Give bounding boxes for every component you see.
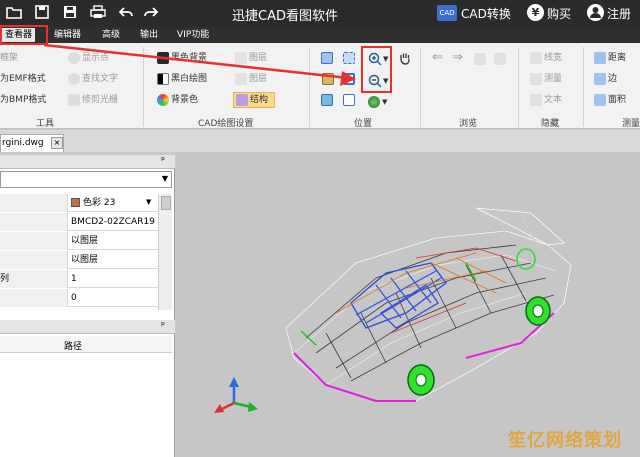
property-row[interactable]: 以图层 [0,232,158,250]
layers-column-header[interactable]: 路径 [0,336,172,353]
watermark: 笙亿网络策划 [508,430,622,451]
document-tab-strip: rgini.dwg × [0,130,640,152]
property-value: 色彩 23 [71,194,115,212]
drawing-canvas[interactable] [176,153,640,457]
pin-icon[interactable]: ᵖ [161,321,165,331]
property-row[interactable]: 0 [0,289,158,307]
properties-panel-header: ᵖ [0,155,175,169]
color-value: 色彩 23 [83,198,116,208]
properties-scrollbar[interactable] [158,194,172,310]
car-wireframe [214,207,572,413]
chevron-down-icon[interactable]: ▼ [146,198,151,206]
scrollbar-thumb[interactable] [161,196,171,210]
layers-panel-header: ᵖ [0,320,175,334]
property-value: 以图层 [71,236,99,246]
property-value: 0 [71,293,77,303]
property-key: 列 [0,270,68,288]
chevron-down-icon: ▼ [161,174,168,183]
property-key [0,194,68,212]
property-row[interactable]: 列 1 [0,270,158,288]
property-key [0,251,68,269]
path-column-label: 路径 [64,342,83,352]
axis-gizmo-icon [214,377,258,413]
pin-icon[interactable]: ᵖ [161,156,165,166]
color-swatch [71,198,80,207]
close-icon[interactable]: × [51,137,63,149]
properties-panel: ᵖ ▼ 色彩 23 ▼ BMCD2-02ZCAR19 以图层 以图层 列 1 0… [0,155,175,457]
property-key [0,289,68,307]
property-key [0,232,68,250]
property-value: 1 [71,274,77,284]
document-tab[interactable]: rgini.dwg × [0,134,64,152]
property-row[interactable]: BMCD2-02ZCAR19 [0,213,158,231]
property-value: BMCD2-02ZCAR19 [71,217,155,227]
document-tab-label: rgini.dwg [2,138,44,148]
property-value: 以图层 [71,255,99,265]
property-row[interactable]: 以图层 [0,251,158,269]
object-selector[interactable]: ▼ [0,171,172,188]
property-row[interactable]: 色彩 23 ▼ [0,194,158,212]
property-key [0,213,68,231]
